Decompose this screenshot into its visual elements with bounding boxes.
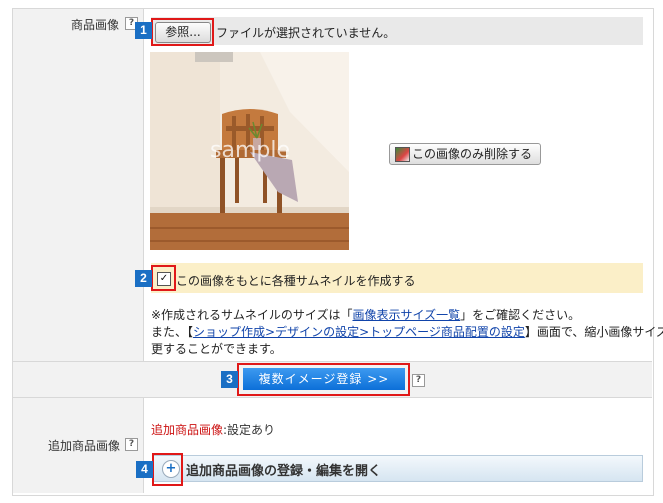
highlight-box bbox=[151, 18, 214, 46]
highlight-box bbox=[237, 363, 410, 396]
highlight-box bbox=[151, 265, 176, 291]
label-column-top bbox=[13, 9, 143, 361]
step-badge-3: 3 bbox=[221, 371, 238, 388]
step-badge-1: 1 bbox=[135, 22, 152, 39]
additional-image-label: 追加商品画像 bbox=[48, 439, 121, 453]
product-image-preview: sample bbox=[150, 52, 349, 250]
delete-this-image-button[interactable]: この画像のみ削除する bbox=[389, 143, 541, 165]
design-settings-link[interactable]: ショップ作成>デザインの設定>トップページ商品配置の設定 bbox=[193, 325, 525, 339]
file-status-text: ファイルが選択されていません。 bbox=[216, 26, 396, 40]
thumbnail-note-line1: ※作成されるサムネイルのサイズは「画像表示サイズ一覧」をご確認ください。 bbox=[151, 308, 581, 322]
thumbnail-note-line3: 更することができます。 bbox=[151, 342, 282, 356]
help-icon[interactable]: ? bbox=[412, 374, 425, 387]
image-size-list-link[interactable]: 画像表示サイズ一覧 bbox=[352, 308, 460, 322]
highlight-box bbox=[152, 453, 183, 486]
step-badge-4: 4 bbox=[136, 461, 153, 478]
create-thumbnail-label: この画像をもとに各種サムネイルを作成する bbox=[176, 274, 416, 288]
delete-button-label: この画像のみ削除する bbox=[412, 147, 533, 161]
step-badge-2: 2 bbox=[135, 270, 152, 287]
column-divider bbox=[143, 398, 144, 493]
additional-image-status: 追加商品画像:設定あり bbox=[151, 423, 276, 437]
thumbnail-note-line2: また、【ショップ作成>デザインの設定>トップページ商品配置の設定】画面で、縮小画… bbox=[151, 325, 663, 339]
image-delete-icon bbox=[395, 147, 410, 162]
help-icon[interactable]: ? bbox=[125, 438, 138, 451]
column-divider bbox=[143, 9, 144, 361]
product-image-label: 商品画像 bbox=[71, 18, 120, 32]
sample-watermark: sample bbox=[210, 138, 290, 163]
open-additional-images-label: 追加商品画像の登録・編集を開く bbox=[186, 464, 382, 479]
